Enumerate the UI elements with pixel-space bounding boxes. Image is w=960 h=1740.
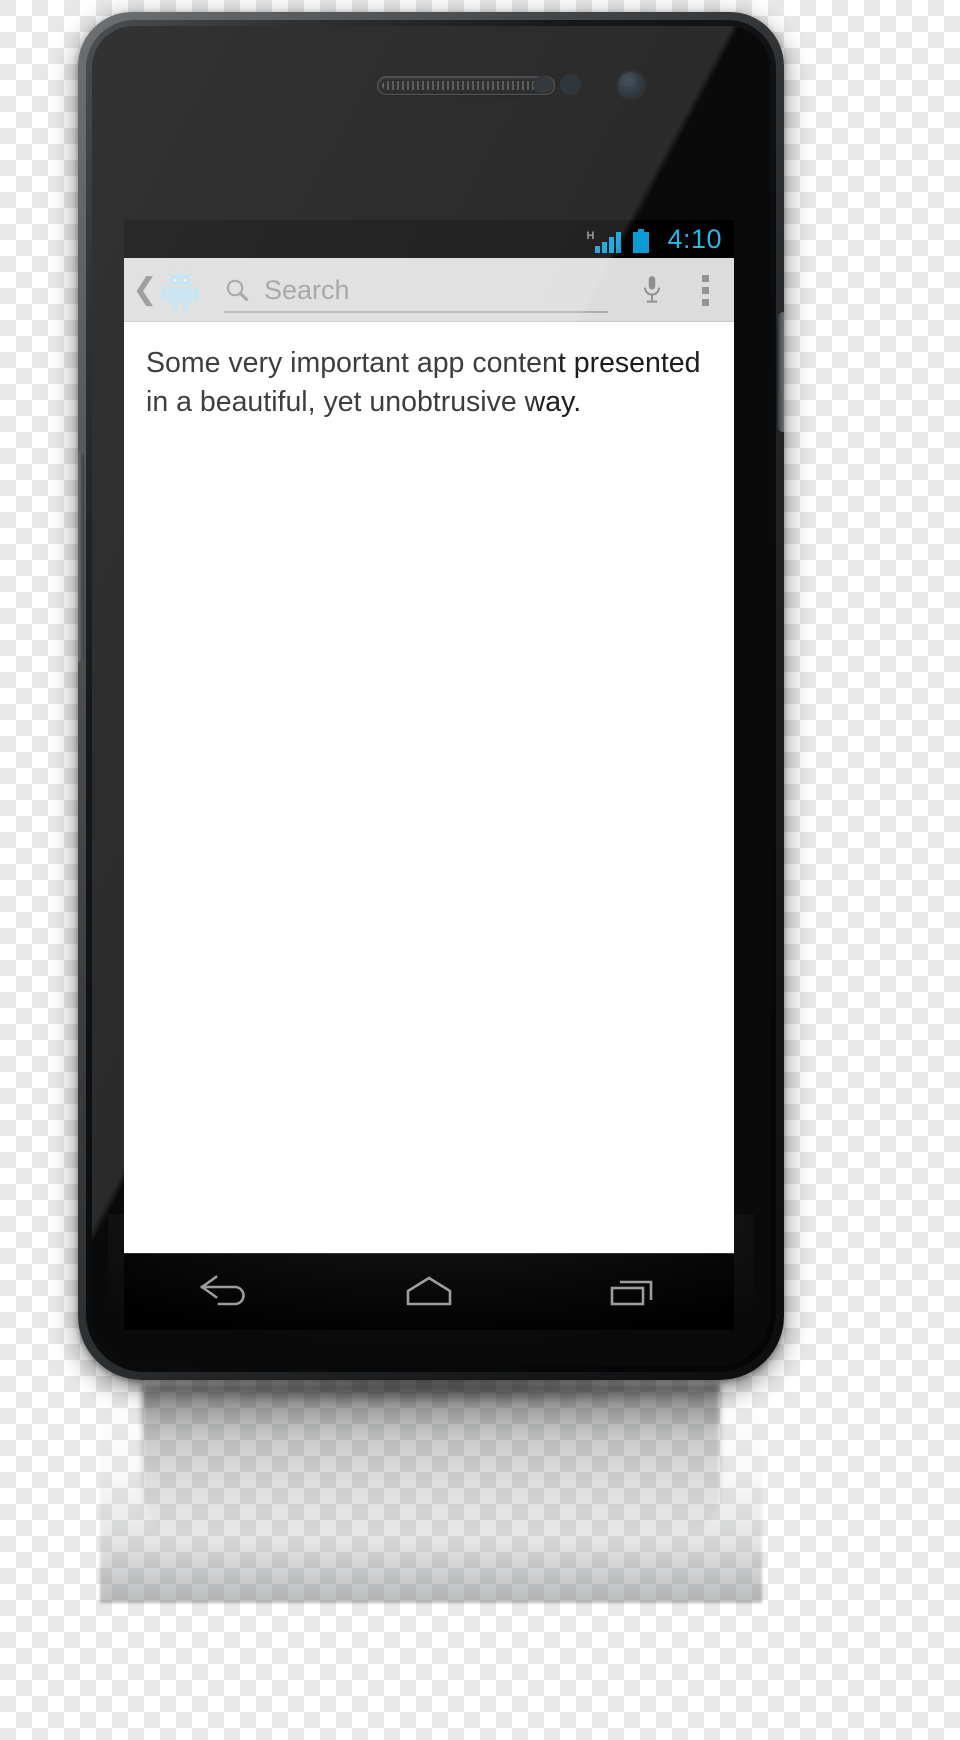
- content-body-text: Some very important app content presente…: [146, 347, 701, 419]
- nav-recents-button[interactable]: [572, 1254, 692, 1330]
- nav-home-button[interactable]: [369, 1254, 489, 1330]
- light-sensor-icon: [560, 74, 581, 95]
- android-robot-icon[interactable]: [158, 268, 202, 312]
- action-bar: ❮ Search: [124, 258, 734, 322]
- proximity-sensor-icon: [533, 76, 553, 93]
- back-chevron-icon[interactable]: ❮: [130, 275, 160, 305]
- navigation-bar: [124, 1253, 734, 1330]
- android-phone-device: H 4:10 ❮ Search Some very important app …: [78, 12, 784, 1380]
- earpiece-speaker-icon: [377, 76, 555, 95]
- overflow-menu-icon[interactable]: [680, 274, 730, 306]
- signal-indicator: H: [586, 229, 622, 253]
- power-button[interactable]: [778, 312, 784, 432]
- battery-full-icon: [633, 228, 650, 253]
- network-type-label: H: [586, 229, 595, 242]
- status-bar: H 4:10: [124, 220, 734, 258]
- microphone-icon[interactable]: [624, 274, 680, 306]
- volume-rocker-button[interactable]: [78, 452, 84, 662]
- device-reflection: [100, 1383, 762, 1603]
- status-bar-icons: H 4:10: [586, 223, 722, 254]
- nav-back-button[interactable]: [166, 1254, 286, 1330]
- search-field[interactable]: Search: [224, 258, 624, 322]
- phone-screen: H 4:10 ❮ Search Some very important app …: [124, 220, 734, 1330]
- search-input-placeholder: Search: [264, 274, 350, 305]
- status-bar-clock: 4:10: [667, 223, 722, 254]
- app-content-area: Some very important app content presente…: [124, 322, 734, 1254]
- signal-bars-icon: [595, 231, 622, 253]
- search-underline: [224, 311, 608, 313]
- search-icon: [224, 277, 250, 303]
- front-camera-icon: [618, 72, 644, 98]
